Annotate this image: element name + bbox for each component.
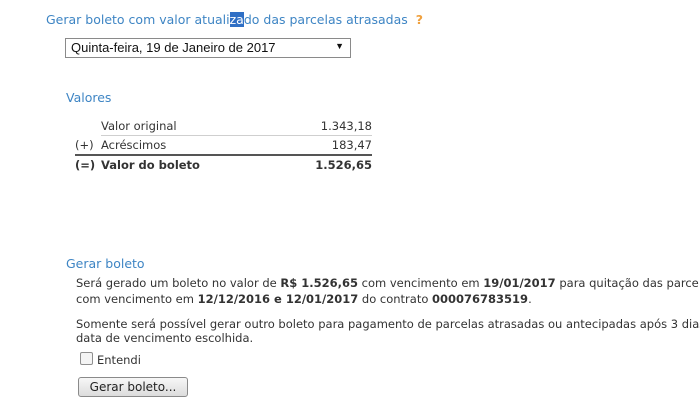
gerar-boleto-button[interactable]: Gerar boleto...: [78, 377, 188, 397]
page-title-selected-text: za: [229, 12, 244, 27]
row-operator: (=): [75, 158, 96, 172]
info-text: para quitação das parce: [555, 276, 699, 290]
boleto-info-line-2: com vencimento em 12/12/2016 e 12/01/201…: [76, 291, 532, 307]
entendi-checkbox[interactable]: [80, 352, 93, 365]
contract-number: 000076783519: [432, 292, 529, 306]
due-date-select[interactable]: Quinta-feira, 19 de Janeiro de 2017 ▼: [65, 38, 351, 58]
entendi-checkbox-row[interactable]: Entendi: [80, 352, 141, 367]
row-label: Valor original: [101, 119, 177, 133]
valores-section-title: Valores: [66, 90, 112, 105]
entendi-label: Entendi: [97, 353, 141, 367]
page-title-text: Gerar boleto com valor atuali: [46, 12, 230, 27]
info-text: com vencimento em: [358, 276, 484, 290]
due-date-selected-value: Quinta-feira, 19 de Janeiro de 2017: [71, 40, 276, 55]
info-text: do contrato: [358, 292, 433, 306]
info-text: .: [528, 292, 532, 306]
row-value: 1.526,65: [315, 158, 372, 172]
table-row: Valor original 1.343,18: [75, 117, 372, 135]
values-table: Valor original 1.343,18 (+) Acréscimos 1…: [75, 117, 372, 174]
info-text: com vencimento em: [76, 292, 198, 306]
notice-line-2: data de vencimento escolhida.: [76, 331, 254, 345]
row-label: Acréscimos: [101, 138, 167, 152]
boleto-amount: R$ 1.526,65: [280, 276, 358, 290]
row-value: 183,47: [331, 138, 372, 152]
info-text: Será gerado um boleto no valor de: [76, 276, 281, 290]
page-title: Gerar boleto com valor atualizado das pa…: [46, 12, 423, 27]
installment-dates: 12/12/2016 e 12/01/2017: [197, 292, 359, 306]
row-value: 1.343,18: [320, 119, 372, 133]
help-icon[interactable]: ?: [416, 12, 423, 27]
dropdown-arrow-icon[interactable]: ▼: [335, 41, 344, 51]
boleto-info-line-1: Será gerado um boleto no valor de R$ 1.5…: [76, 275, 699, 291]
row-label: Valor do boleto: [101, 158, 200, 172]
gerar-section-title: Gerar boleto: [66, 256, 145, 271]
table-row-total: (=) Valor do boleto 1.526,65: [75, 156, 372, 174]
table-row: (+) Acréscimos 183,47: [75, 136, 372, 154]
row-operator: (+): [75, 138, 94, 152]
page-title-text-end: do das parcelas atrasadas: [243, 12, 408, 27]
boleto-due-date: 19/01/2017: [483, 276, 556, 290]
